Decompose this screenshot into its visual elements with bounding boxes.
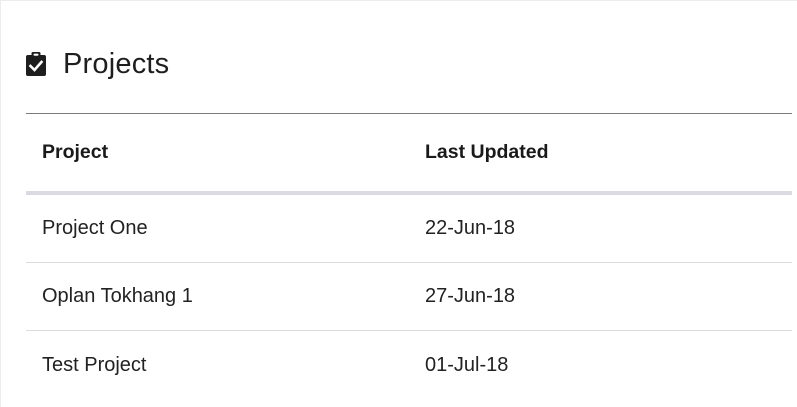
table-row[interactable]: Project One 22-Jun-18: [26, 195, 792, 263]
project-name-cell: Oplan Tokhang 1: [42, 285, 193, 307]
projects-panel: Projects Project Last Updated Project On…: [0, 0, 797, 407]
column-header-project[interactable]: Project: [26, 141, 409, 164]
clipboard-check-icon: [25, 51, 47, 77]
project-name-cell: Project One: [42, 217, 148, 239]
last-updated-cell: 22-Jun-18: [425, 217, 516, 239]
table-row[interactable]: Test Project 01-Jul-18: [26, 331, 792, 399]
column-header-last-updated[interactable]: Last Updated: [409, 141, 549, 164]
panel-header: Projects: [25, 41, 169, 87]
page-title: Projects: [63, 47, 170, 80]
table-header-row: Project Last Updated: [26, 114, 792, 195]
table-row[interactable]: Oplan Tokhang 1 27-Jun-18: [26, 263, 792, 331]
last-updated-cell: 01-Jul-18: [425, 353, 509, 376]
last-updated-cell: 27-Jun-18: [425, 285, 516, 307]
projects-table: Project Last Updated Project One 22-Jun-…: [26, 114, 792, 399]
project-name-cell: Test Project: [42, 353, 147, 376]
